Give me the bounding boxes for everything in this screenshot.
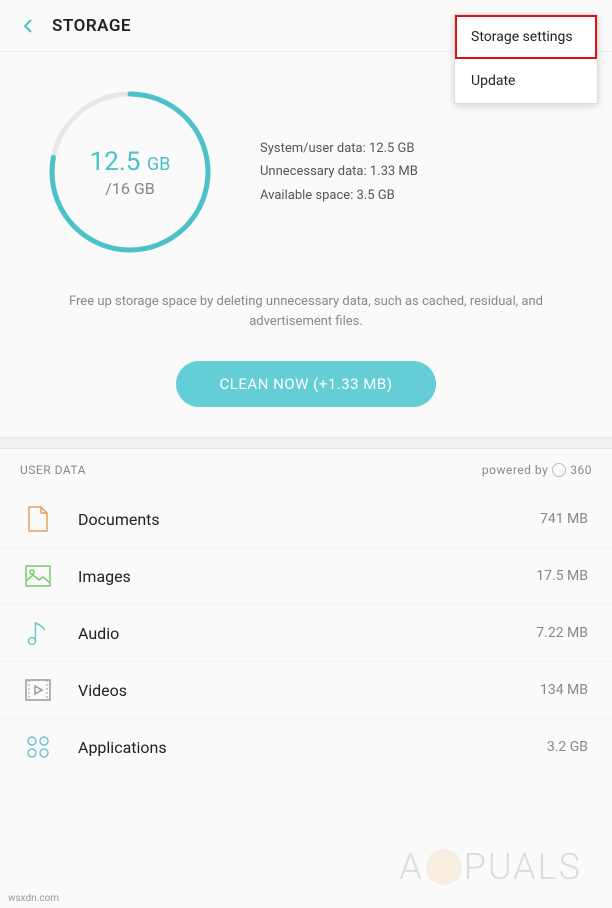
powered-by-label: powered by 360: [482, 463, 592, 477]
stat-available: Available space: 3.5 GB: [260, 184, 418, 207]
storage-used-value: 12.5 GB: [90, 147, 171, 177]
menu-item-update[interactable]: Update: [455, 59, 597, 103]
list-item-images[interactable]: Images 17.5 MB: [0, 548, 612, 605]
clean-now-button[interactable]: CLEAN NOW (+1.33 MB): [176, 361, 436, 407]
source-url: wsxdn.com: [8, 893, 59, 904]
list-item-audio[interactable]: Audio 7.22 MB: [0, 605, 612, 662]
list-item-size: 17.5 MB: [536, 568, 588, 584]
section-divider: [0, 437, 612, 449]
back-icon[interactable]: [16, 14, 40, 38]
list-item-label: Images: [78, 567, 536, 586]
powered-brand-icon: [552, 463, 566, 477]
list-item-videos[interactable]: Videos 134 MB: [0, 662, 612, 719]
overflow-menu: Storage settings Update: [454, 14, 598, 104]
list-item-size: 741 MB: [540, 511, 588, 527]
user-data-list: Documents 741 MB Images 17.5 MB Audio 7.…: [0, 491, 612, 775]
list-item-label: Applications: [78, 738, 547, 757]
list-item-size: 134 MB: [540, 682, 588, 698]
list-item-label: Audio: [78, 624, 536, 643]
stat-unnecessary: Unnecessary data: 1.33 MB: [260, 160, 418, 183]
document-icon: [24, 505, 52, 533]
image-icon: [24, 562, 52, 590]
video-icon: [24, 676, 52, 704]
list-item-label: Documents: [78, 510, 540, 529]
storage-stats: System/user data: 12.5 GB Unnecessary da…: [260, 137, 418, 207]
watermark: APUALS: [399, 846, 582, 888]
list-item-applications[interactable]: Applications 3.2 GB: [0, 719, 612, 775]
audio-icon: [24, 619, 52, 647]
watermark-face-icon: [426, 849, 462, 885]
list-item-size: 3.2 GB: [547, 739, 588, 755]
menu-item-storage-settings[interactable]: Storage settings: [455, 15, 597, 59]
user-data-heading: USER DATA: [20, 463, 86, 477]
storage-donut-chart: 12.5 GB /16 GB: [40, 82, 220, 262]
stat-system: System/user data: 12.5 GB: [260, 137, 418, 160]
list-item-size: 7.22 MB: [536, 625, 588, 641]
list-item-label: Videos: [78, 681, 540, 700]
hint-text: Free up storage space by deleting unnece…: [0, 272, 612, 351]
list-item-documents[interactable]: Documents 741 MB: [0, 491, 612, 548]
apps-icon: [24, 733, 52, 761]
page-title: STORAGE: [52, 16, 131, 36]
storage-total-value: /16 GB: [105, 179, 154, 198]
